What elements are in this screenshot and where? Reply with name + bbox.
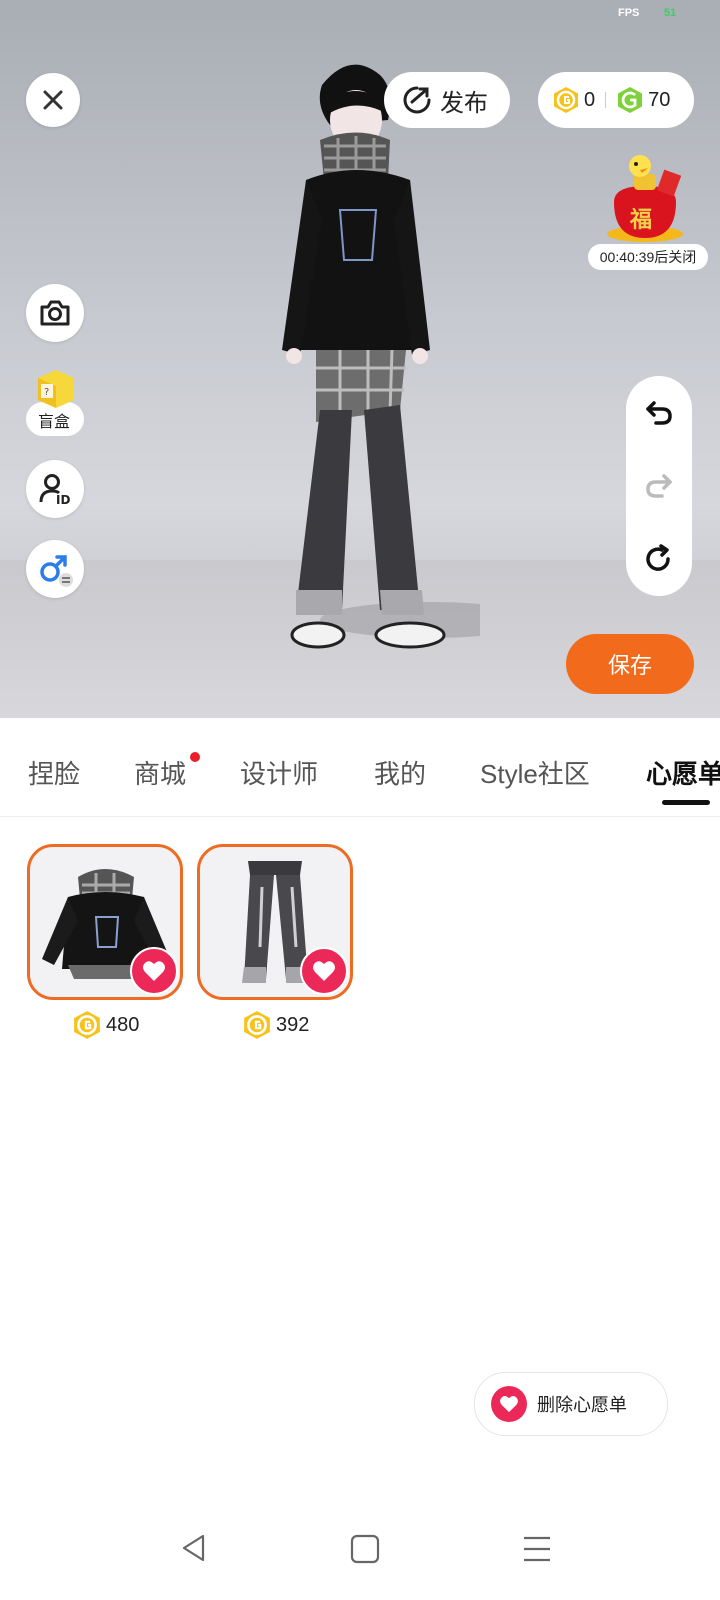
system-nav-bar xyxy=(0,1500,720,1600)
remove-wishlist-button[interactable]: 删除心愿单 xyxy=(474,1372,668,1436)
shop-notification-dot xyxy=(190,752,200,762)
promo-countdown: 00:40:39后关闭 xyxy=(588,244,708,270)
green-coin-count: 70 xyxy=(648,88,671,111)
tab-face[interactable]: 捏脸 xyxy=(28,754,80,791)
wishlist-heart-badge[interactable] xyxy=(300,947,348,995)
avatar-scene[interactable]: FPS 51 发布 0 70 福 00:40:39后关闭 ? 盲盒 ID 保存 xyxy=(0,0,720,718)
gender-switch-icon xyxy=(40,555,73,587)
tab-style-community[interactable]: Style社区 xyxy=(480,754,590,791)
undo-icon[interactable] xyxy=(644,398,674,428)
profile-id-button[interactable]: ID xyxy=(26,460,84,518)
publish-label: 发布 xyxy=(440,89,488,117)
fps-label: FPS xyxy=(618,7,640,19)
gold-coin-icon xyxy=(554,87,578,113)
item-price-value: 480 xyxy=(106,1013,140,1036)
gold-coin-icon xyxy=(244,1011,270,1039)
currency-divider xyxy=(605,92,607,108)
save-button[interactable]: 保存 xyxy=(566,634,694,694)
close-button[interactable] xyxy=(26,73,80,127)
blind-box-button[interactable]: ? 盲盒 xyxy=(26,366,84,438)
lucky-char: 福 xyxy=(630,207,653,232)
item-price: 480 xyxy=(72,1010,139,1040)
category-tabs: 捏脸 商城 设计师 我的 Style社区 心愿单 xyxy=(0,718,720,817)
tab-mine[interactable]: 我的 xyxy=(374,754,426,791)
home-nav-icon[interactable] xyxy=(350,1534,380,1564)
item-price-value: 392 xyxy=(276,1013,310,1036)
publish-button[interactable]: 发布 xyxy=(384,72,510,128)
gold-coin-count: 0 xyxy=(584,88,596,111)
wishlist-heart-badge[interactable] xyxy=(130,947,178,995)
wishlist-item-jeans[interactable] xyxy=(197,844,353,1000)
heart-icon xyxy=(313,961,335,981)
close-icon xyxy=(43,90,63,110)
back-nav-icon[interactable] xyxy=(178,1532,210,1564)
gender-switch-button[interactable] xyxy=(26,540,84,598)
publish-icon xyxy=(403,86,431,114)
history-toolbar xyxy=(626,376,692,596)
redo-icon[interactable] xyxy=(644,471,674,501)
item-price: 392 xyxy=(242,1010,309,1040)
tab-wishlist[interactable]: 心愿单 xyxy=(646,754,720,791)
profile-id-icon: ID xyxy=(39,474,70,506)
active-tab-indicator xyxy=(662,800,710,805)
menu-nav-icon[interactable] xyxy=(522,1534,552,1564)
currency-balance[interactable]: 0 70 xyxy=(538,72,694,128)
tab-shop[interactable]: 商城 xyxy=(134,754,186,791)
tab-designer[interactable]: 设计师 xyxy=(240,754,318,791)
avatar-model[interactable] xyxy=(260,50,480,680)
fps-value: 51 xyxy=(664,7,677,19)
camera-icon xyxy=(40,300,70,326)
heart-icon xyxy=(143,961,165,981)
blind-box-label: 盲盒 xyxy=(38,414,71,431)
svg-text:ID: ID xyxy=(56,493,70,506)
lucky-bag-promo[interactable]: 福 xyxy=(600,152,690,246)
svg-text:?: ? xyxy=(44,387,49,398)
remove-heart-badge xyxy=(491,1386,527,1422)
heart-icon xyxy=(500,1396,518,1413)
wishlist-item-hoodie[interactable] xyxy=(27,844,183,1000)
remove-wishlist-label: 删除心愿单 xyxy=(537,1395,627,1415)
reset-icon[interactable] xyxy=(644,544,674,574)
blind-box-icon: ? xyxy=(38,370,74,408)
gold-coin-icon xyxy=(74,1011,100,1039)
green-coin-icon xyxy=(618,87,643,113)
camera-button[interactable] xyxy=(26,284,84,342)
